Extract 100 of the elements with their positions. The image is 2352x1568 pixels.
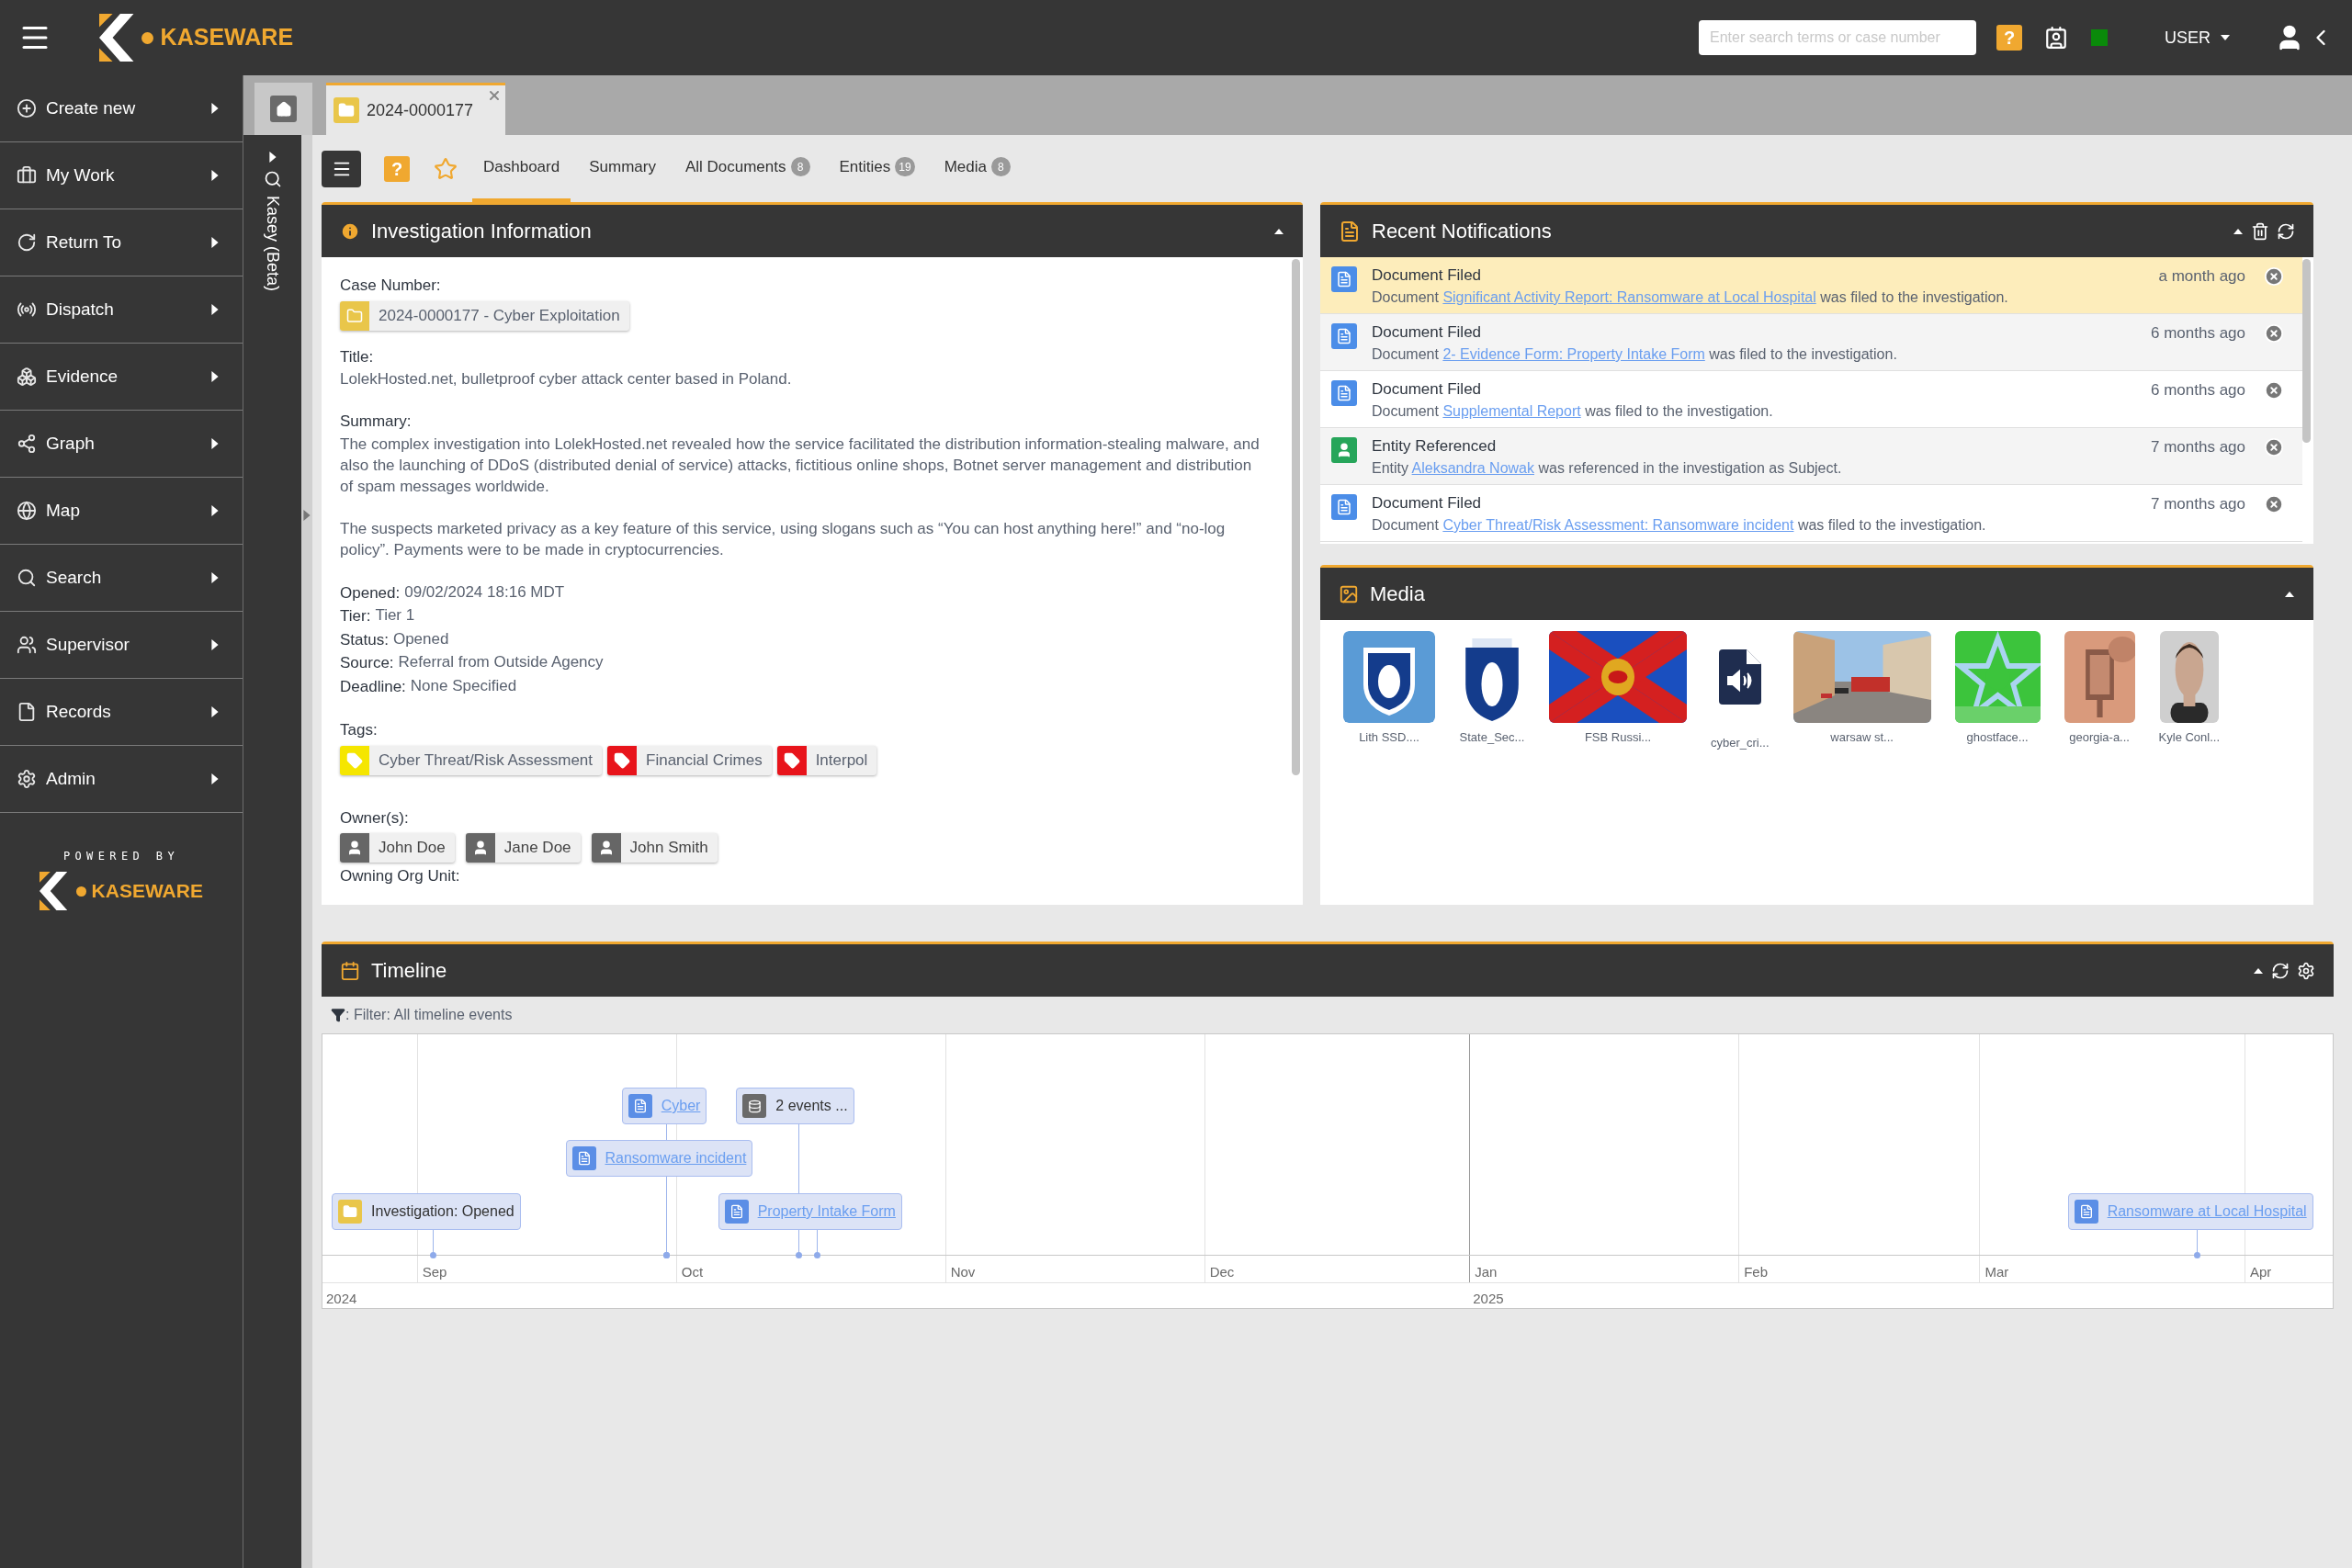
count-badge: 8 [990,157,1011,176]
sidebar-item[interactable]: Create new [0,75,243,142]
dot-icon [75,886,86,897]
media-caption: cyber_cri... [1711,735,1770,751]
filter-icon[interactable] [331,1008,345,1022]
tag-chip[interactable]: Interpol [776,745,877,775]
trash-icon[interactable] [2251,221,2269,241]
media-caption: ghostface... [1966,729,2029,746]
notification-item[interactable]: Document Filed Document Significant Activity Report: Ransomware at Local Hospital was filed to the investigation. a month ago [1320,257,2302,314]
refresh-icon[interactable] [2271,961,2290,980]
sidebar-item[interactable]: Records [0,679,243,746]
tab[interactable]: Entities 19 [828,135,926,202]
document-icon [1331,266,1357,292]
assistant-icon[interactable] [263,170,282,188]
document-icon [1331,494,1357,520]
folder-icon [338,102,355,118]
document-icon [1331,323,1357,349]
sidebar-item[interactable]: Admin [0,746,243,813]
field-label: Source: [340,653,394,673]
tab[interactable]: All Documents 8 [673,135,821,202]
star-icon[interactable] [434,156,458,181]
caret-icon [211,572,219,583]
notification-item[interactable]: Entity Referenced Entity Aleksandra Nowak was referenced in the investigation as Subject. 7 months ago [1320,428,2302,485]
count-badge: 19 [895,157,915,176]
caret-icon [211,505,219,516]
case-tab[interactable]: 2024-0000177 [326,83,505,135]
home-button[interactable] [270,96,297,122]
brand-name: KASEWARE [91,879,203,904]
menu-button[interactable] [322,150,361,187]
event-marker [813,1252,820,1258]
sidebar-item[interactable]: Graph [0,411,243,478]
brand-name: KASEWARE [160,23,294,52]
field-label: Opened: [340,582,401,604]
assistant-label[interactable]: Kasey (Beta) [260,196,285,292]
notification-item[interactable]: Document Filed Document 2- Evidence Form: Property Intake Form was filed to the investigation. 6 months ago [1320,314,2302,371]
info-icon [340,220,360,242]
dismiss-icon[interactable] [2264,494,2284,514]
notes-icon [1339,220,1361,243]
sidebar-item[interactable]: Supervisor [0,612,243,679]
dismiss-icon[interactable] [2264,437,2284,457]
sidebar-item[interactable]: Map [0,478,243,545]
tab[interactable]: Media 8 [933,135,1022,202]
media-caption: georgia-a... [2069,729,2130,746]
dismiss-icon[interactable] [2264,323,2284,344]
field-label: Deadline: [340,676,406,697]
field-value: 09/02/2024 18:16 MDT [404,581,565,603]
person-icon [1331,437,1357,463]
event-marker [796,1252,803,1258]
file-icon [17,702,37,722]
field-value: Opened [392,628,449,649]
panel-title: Recent Notifications [1372,219,1553,244]
notification-text: Entity Aleksandra Nowak was referenced in the investigation as Subject. [1372,459,1843,478]
sidebar-item[interactable]: Return To [0,209,243,276]
field-label: Tier: [340,606,371,626]
scrollbar-thumb[interactable] [2302,259,2311,443]
calendar-icon [340,960,360,981]
caret-icon [211,773,219,784]
settings-icon[interactable] [2297,961,2315,980]
sidebar-item[interactable]: Evidence [0,344,243,411]
tag-chip[interactable]: Financial Crimes [607,745,772,775]
globe-icon [17,501,37,521]
close-icon[interactable] [487,88,502,103]
contact-card-icon[interactable] [2044,26,2068,50]
scrollbar-thumb[interactable] [1292,259,1300,775]
month-label: Jan [1475,1263,1498,1281]
image-icon [1339,583,1359,604]
owner-chip[interactable]: John Doe [340,833,455,863]
tag-chip[interactable]: Cyber Threat/Risk Assessment [340,745,603,775]
month-label: Sep [422,1263,447,1281]
filter-label[interactable]: : Filter: All timeline events [345,1004,513,1026]
case-chip[interactable]: 2024-0000177 - Cyber Exploitation [340,300,629,331]
notification-time: 7 months ago [2151,494,2245,514]
dismiss-icon[interactable] [2264,266,2284,287]
notification-title: Entity Referenced [1372,436,1498,457]
caret-icon [2220,33,2231,42]
owner-chip[interactable]: Jane Doe [465,833,581,863]
summary-paragraph: The suspects marketed privacy as a key feature of this service, using slogans such as “You can host anything here!” and “no-log policy”. Payments were to be made in cryptocurrencies. [340,518,1227,560]
dismiss-icon[interactable] [2264,380,2284,400]
caret-icon [211,237,219,248]
notification-title: Document Filed [1372,379,1483,400]
sidebar-item[interactable]: Dispatch [0,276,243,344]
sidebar-item[interactable]: Search [0,545,243,612]
field-label: Tags: [340,720,379,740]
user-menu[interactable]: USER [2165,25,2231,51]
tab[interactable]: Summary [578,135,667,202]
owner-chip[interactable]: John Smith [591,833,718,863]
sidebar-item[interactable]: My Work [0,142,243,209]
timeline-event[interactable]: 2 events ... [736,1088,854,1124]
field-label: Summary: [340,412,413,432]
document-icon [2074,1200,2098,1224]
timeline-event[interactable]: Investigation: Opened [332,1193,521,1230]
notification-text: Document Cyber Threat/Risk Assessment: Ransomware incident was filed to the investigation. [1372,516,1987,535]
refresh-icon[interactable] [2277,221,2295,241]
notification-time: 6 months ago [2151,323,2245,344]
audio-file-icon[interactable] [1718,649,1761,705]
field-label: Status: [340,629,389,650]
folder-icon [346,307,363,324]
media-caption: State_Sec... [1459,729,1525,746]
title-text: LolekHosted.net, bulletproof cyber attack center based in Poland. [340,369,793,389]
event-connector [2196,1230,2198,1255]
